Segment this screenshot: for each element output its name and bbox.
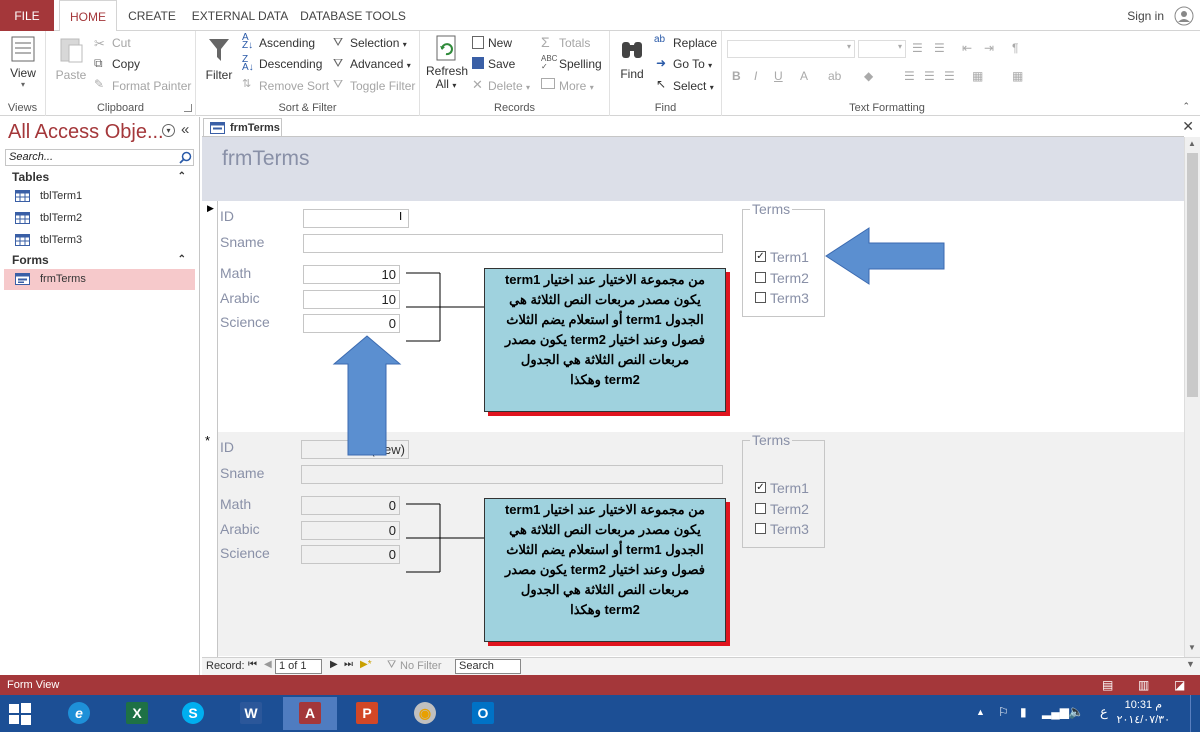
- word-icon: W: [240, 702, 262, 724]
- language-indicator[interactable]: ع: [1100, 704, 1108, 720]
- show-hidden-icons-icon[interactable]: ▲: [976, 707, 985, 717]
- status-bar: Form View ▤ ▥ ◪: [0, 675, 1200, 695]
- callout-line: يكون مصدر مربعات النص الثلاثة هي: [509, 292, 701, 307]
- callout-note-2: من مجموعة الاختيار عند اختيار term1 يكون…: [484, 498, 726, 642]
- taskbar-skype[interactable]: S: [166, 697, 220, 730]
- record-position-input[interactable]: 1 of 1: [275, 659, 322, 674]
- taskbar-access[interactable]: A: [283, 697, 337, 730]
- callout-line: الجدول term1 أو استعلام يضم الثلاث: [506, 312, 704, 327]
- layout-view-icon[interactable]: ▥: [1138, 675, 1149, 695]
- previous-record-icon[interactable]: ◀: [264, 659, 272, 670]
- internet-explorer-icon: e: [68, 702, 90, 724]
- callout-line: term2 وهكذا: [570, 602, 640, 617]
- scroll-up-icon[interactable]: ▲: [1188, 139, 1196, 148]
- arrow-left-icon: [825, 227, 945, 285]
- new-record-nav-icon[interactable]: ▶*: [360, 659, 372, 670]
- scroll-down-icon[interactable]: ▼: [1186, 659, 1195, 669]
- windows-taskbar: e X S W A P ◉ O ▲ ⚐ ▮ ▂▄▆ 🔈 ع 10:31 م ٢٠…: [0, 695, 1200, 732]
- excel-icon: X: [126, 702, 148, 724]
- callout-line: فصول وعند اختيار term2 يكون مصدر: [504, 332, 706, 347]
- taskbar-powerpoint[interactable]: P: [340, 697, 394, 730]
- powerpoint-icon: P: [356, 702, 378, 724]
- design-view-icon[interactable]: ◪: [1174, 675, 1185, 695]
- bracket-lines-1: [406, 272, 484, 342]
- scrollbar-thumb[interactable]: [1187, 153, 1198, 397]
- network-signal-icon[interactable]: ▂▄▆: [1042, 705, 1069, 719]
- callout-line: term2 وهكذا: [570, 372, 640, 387]
- form-view-icon[interactable]: ▤: [1102, 675, 1113, 695]
- arrow-up-icon: [332, 335, 402, 456]
- callout-line: فصول وعند اختيار term2 يكون مصدر: [504, 562, 706, 577]
- callout-line: من مجموعة الاختيار عند اختيار term1: [504, 502, 706, 517]
- windows-start-icon[interactable]: [8, 702, 32, 726]
- no-filter-icon: ⛛: [387, 659, 397, 671]
- speaker-icon[interactable]: 🔈: [1068, 704, 1084, 720]
- flag-icon[interactable]: ⚐: [998, 705, 1009, 719]
- taskbar-outlook[interactable]: O: [456, 697, 510, 730]
- record-nav-label: Record:: [206, 660, 245, 672]
- taskbar-excel[interactable]: X: [110, 697, 164, 730]
- system-clock[interactable]: 10:31 م ٢٠١٤/٠٧/٣٠: [1117, 698, 1170, 728]
- callout-line: مربعات النص الثلاثة هي الجدول: [520, 582, 690, 597]
- record-navigator: Record: ⏮ ◀ 1 of 1 ▶ ⏭ ▶* ⛛ No Filter Se…: [202, 657, 1200, 675]
- outlook-icon: O: [472, 702, 494, 724]
- taskbar-word[interactable]: W: [224, 697, 278, 730]
- callout-note-1: من مجموعة الاختيار عند اختيار term1 يكون…: [484, 268, 726, 412]
- record-search-input[interactable]: Search: [455, 659, 521, 674]
- clock-date: ٢٠١٤/٠٧/٣٠: [1116, 714, 1170, 726]
- callout-line: مربعات النص الثلاثة هي الجدول: [520, 352, 690, 367]
- status-text: Form View: [7, 679, 60, 691]
- access-icon: A: [299, 702, 321, 724]
- vertical-scrollbar[interactable]: ▲ ▼: [1184, 137, 1200, 657]
- clock-time: 10:31 م: [1124, 699, 1162, 711]
- callout-line: الجدول term1 أو استعلام يضم الثلاث: [506, 542, 704, 557]
- callout-line: يكون مصدر مربعات النص الثلاثة هي: [509, 522, 701, 537]
- last-record-icon[interactable]: ⏭: [344, 659, 353, 670]
- taskbar-internet-explorer[interactable]: e: [52, 697, 106, 730]
- no-filter-button[interactable]: No Filter: [400, 660, 442, 672]
- skype-icon: S: [182, 702, 204, 724]
- taskbar-media-player[interactable]: ◉: [398, 697, 452, 730]
- bracket-lines-2: [406, 503, 484, 573]
- show-desktop-button[interactable]: [1190, 695, 1200, 732]
- scroll-down-icon[interactable]: ▼: [1188, 643, 1196, 652]
- media-disc-icon: ◉: [414, 702, 436, 724]
- callout-line: من مجموعة الاختيار عند اختيار term1: [504, 272, 706, 287]
- battery-icon[interactable]: ▮: [1020, 705, 1027, 719]
- next-record-icon[interactable]: ▶: [330, 659, 338, 670]
- first-record-icon[interactable]: ⏮: [248, 659, 257, 670]
